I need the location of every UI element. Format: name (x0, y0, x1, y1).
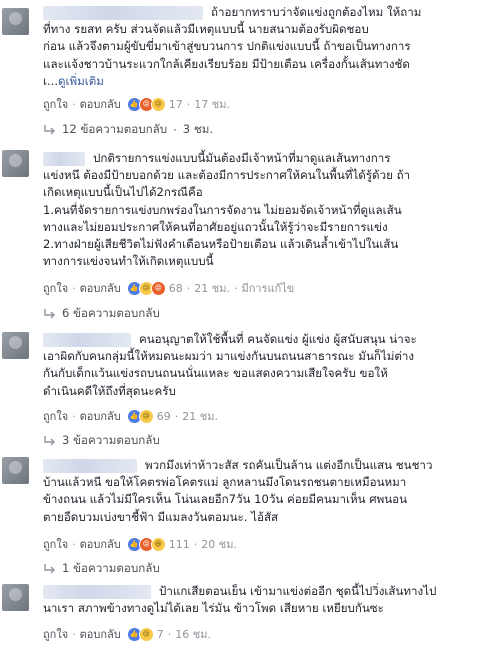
reaction-count: 17 (168, 97, 183, 111)
reply-arrow-icon (43, 436, 56, 446)
view-replies-link[interactable]: 3 ข้อความตอบกลับ (43, 433, 160, 449)
replies-count-label: 1 ข้อความตอบกลับ (62, 561, 160, 575)
avatar[interactable] (2, 150, 29, 177)
comment-text: ปกติรายการแข่งแบบนี้มันต้องมีเจ้าหน้าที่… (43, 151, 411, 269)
timestamp[interactable]: 20 ชม. (201, 535, 237, 553)
comment-text: ถ้าอยากทราบว่าจัดแข่งถูกต้องไหม ให้ถาม ท… (43, 5, 422, 88)
like-button[interactable]: ถูกใจ (43, 407, 68, 425)
comment-text: ป้าแกเสียตอนเย็น เข้ามาแข่งต่ออีก ชุดนี้… (43, 584, 437, 616)
replies-time: 3 ชม. (182, 122, 214, 136)
reaction-count: 69 (156, 409, 171, 423)
comment-meta: ถูกใจ · ตอบกลับ 👍 😡 😢 17 · 17 ชม. (43, 95, 230, 113)
like-button[interactable]: ถูกใจ (43, 279, 68, 297)
comment-meta: ถูกใจ · ตอบกลับ 👍 😢 7 · 16 ชม. (43, 625, 211, 643)
reply-arrow-icon (43, 309, 56, 319)
sad-icon: 😢 (138, 408, 154, 424)
comment-meta: ถูกใจ · ตอบกลับ 👍 😡 😆 111 · 20 ชม. (43, 535, 237, 553)
reaction-count: 111 (168, 537, 190, 551)
replies-count-label: 3 ข้อความตอบกลับ (62, 433, 160, 447)
timestamp[interactable]: 21 ชม. (194, 279, 230, 297)
comment-text: คนอนุญาตให้ใช้พื้นที่ คนจัดแข่ง ผู้แข่ง … (43, 332, 417, 398)
comment-text: พวกมึงเท่าห้าวะสัส รถคันเป็นล้าน แต่งอีก… (43, 458, 433, 524)
replies-count-label: 6 ข้อความตอบกลับ (62, 306, 160, 320)
reply-button[interactable]: ตอบกลับ (80, 407, 121, 425)
reply-button[interactable]: ตอบกลับ (80, 95, 121, 113)
reply-arrow-icon (43, 125, 56, 135)
avatar[interactable] (2, 8, 29, 35)
reply-button[interactable]: ตอบกลับ (80, 279, 121, 297)
edited-label[interactable]: มีการแก้ไข (241, 279, 294, 297)
see-more-link[interactable]: ดูเพิ่มเติม (58, 74, 104, 88)
reaction-summary[interactable]: 👍 😡 😢 17 (126, 96, 183, 112)
angry-icon: 😡 (150, 280, 166, 296)
view-replies-link[interactable]: 6 ข้อความตอบกลับ (43, 306, 160, 322)
reaction-summary[interactable]: 👍 😢 69 (126, 408, 171, 424)
like-button[interactable]: ถูกใจ (43, 535, 68, 553)
reply-arrow-icon (43, 564, 56, 574)
avatar[interactable] (2, 457, 29, 484)
comment-meta: ถูกใจ · ตอบกลับ 👍 😢 69 · 21 ชม. (43, 407, 218, 425)
avatar[interactable] (2, 332, 29, 359)
like-button[interactable]: ถูกใจ (43, 625, 68, 643)
comment-meta: ถูกใจ · ตอบกลับ 👍 😢 😡 68 · 21 ชม. · มีกา… (43, 279, 294, 297)
sad-icon: 😢 (150, 96, 166, 112)
comment-thread: ถ้าอยากทราบว่าจัดแข่งถูกต้องไหม ให้ถาม ท… (0, 0, 493, 655)
view-replies-link[interactable]: 1 ข้อความตอบกลับ (43, 561, 160, 577)
view-replies-link[interactable]: 12 ข้อความตอบกลับ · 3 ชม. (43, 122, 213, 138)
sad-icon: 😢 (138, 626, 154, 642)
reaction-count: 7 (156, 627, 164, 641)
reaction-summary[interactable]: 👍 😡 😆 111 (126, 536, 190, 552)
timestamp[interactable]: 21 ชม. (182, 407, 218, 425)
reaction-count: 68 (168, 281, 183, 295)
timestamp[interactable]: 16 ชม. (175, 625, 211, 643)
like-button[interactable]: ถูกใจ (43, 95, 68, 113)
reaction-summary[interactable]: 👍 😢 7 (126, 626, 164, 642)
replies-count-label: 12 ข้อความตอบกลับ (62, 122, 168, 136)
reaction-summary[interactable]: 👍 😢 😡 68 (126, 280, 183, 296)
reply-button[interactable]: ตอบกลับ (80, 625, 121, 643)
reply-button[interactable]: ตอบกลับ (80, 535, 121, 553)
timestamp[interactable]: 17 ชม. (194, 95, 230, 113)
avatar[interactable] (2, 584, 29, 611)
haha-icon: 😆 (150, 536, 166, 552)
